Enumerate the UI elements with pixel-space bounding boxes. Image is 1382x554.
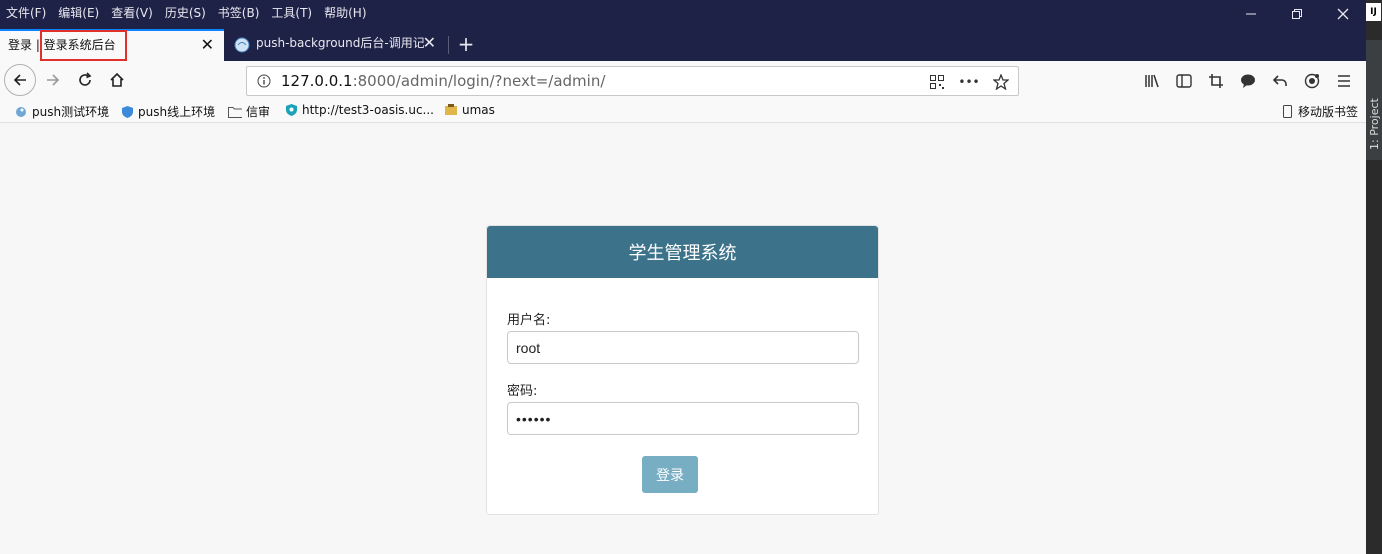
qr-code-icon[interactable]: [926, 71, 948, 93]
extension-icon[interactable]: [1296, 67, 1328, 95]
url-actions: •••: [926, 71, 1012, 93]
undo-arrow-icon[interactable]: [1264, 67, 1296, 95]
bookmark-label: 移动版书签: [1298, 105, 1359, 119]
login-panel-header: 学生管理系统: [487, 226, 878, 278]
bookmark-label: http://test3-oasis.uc...: [302, 103, 434, 117]
project-tab-label: 1: Project: [1368, 98, 1381, 150]
tab-divider: [448, 36, 449, 54]
bookmark-oasis[interactable]: http://test3-oasis.uc...: [284, 103, 434, 117]
bookmark-star-icon[interactable]: [990, 71, 1012, 93]
new-tab-button[interactable]: +: [454, 30, 478, 58]
ide-side-strip: IJ 1: Project: [1366, 0, 1382, 554]
bookmark-umas[interactable]: umas: [444, 103, 495, 117]
tab-title: push-background后台-调用记: [256, 36, 424, 50]
menu-tools[interactable]: 工具(T): [265, 4, 318, 22]
minimize-icon: [1246, 13, 1256, 15]
reload-icon: [79, 72, 92, 86]
password-input[interactable]: ••••••: [507, 402, 859, 435]
bookmark-label: 信审: [246, 105, 271, 119]
bookmark-push-live[interactable]: push线上环境: [120, 103, 215, 120]
url-path: :8000/admin/login/?next=/admin/: [352, 72, 606, 90]
minimize-button[interactable]: [1228, 0, 1274, 28]
tab-strip: 登录 | 登录系统后台 ✕ push-background后台-调用记 ✕: [0, 26, 1366, 61]
bookmark-push-test[interactable]: push测试环境: [14, 103, 109, 120]
page-content: 学生管理系统 用户名: root 密码: •••••• 登录: [0, 124, 1366, 554]
menu-history[interactable]: 历史(S): [159, 4, 212, 22]
menu-edit[interactable]: 编辑(E): [52, 4, 105, 22]
highlight-box: [40, 30, 127, 61]
project-tool-tab[interactable]: 1: Project: [1366, 40, 1382, 160]
globe-icon: [234, 37, 250, 53]
shield-icon: [120, 105, 134, 119]
bookmark-label: umas: [462, 103, 495, 117]
reload-button[interactable]: [70, 65, 100, 95]
login-panel: 学生管理系统 用户名: root 密码: •••••• 登录: [486, 225, 879, 515]
url-text: 127.0.0.1:8000/admin/login/?next=/admin/: [281, 72, 605, 90]
url-bar[interactable]: 127.0.0.1:8000/admin/login/?next=/admin/…: [246, 66, 1019, 96]
username-value: root: [516, 339, 541, 356]
nav-bar: 127.0.0.1:8000/admin/login/?next=/admin/…: [0, 61, 1366, 100]
username-input[interactable]: root: [507, 331, 859, 364]
plus-icon: +: [457, 32, 475, 56]
close-window-button[interactable]: [1320, 0, 1366, 28]
bookmark-label: push线上环境: [138, 105, 216, 119]
intellij-logo: IJ: [1366, 3, 1381, 21]
tab-close-icon[interactable]: ✕: [423, 34, 436, 52]
back-button[interactable]: [4, 64, 36, 96]
login-button[interactable]: 登录: [642, 456, 698, 493]
close-icon: [1337, 8, 1349, 20]
bookmark-folder-xinshen[interactable]: 信审: [228, 103, 270, 120]
url-host: 127.0.0.1: [281, 72, 353, 90]
home-button[interactable]: [102, 65, 132, 95]
menu-bar: 文件(F) 编辑(E) 查看(V) 历史(S) 书签(B) 工具(T) 帮助(H…: [0, 0, 1366, 26]
sidebar-icon[interactable]: [1168, 67, 1200, 95]
info-icon[interactable]: [257, 74, 271, 91]
password-label: 密码:: [507, 384, 538, 399]
shield-icon: [284, 103, 298, 117]
more-actions-icon[interactable]: •••: [958, 71, 980, 93]
menu-view[interactable]: 查看(V): [105, 4, 159, 22]
mobile-phone-icon: [1280, 105, 1294, 119]
folder-icon: [228, 105, 242, 119]
back-arrow-icon: [13, 74, 26, 86]
bird-icon: [14, 105, 28, 119]
menu-bookmarks[interactable]: 书签(B): [212, 4, 266, 22]
username-label: 用户名:: [507, 313, 551, 328]
tools-icon: [444, 103, 458, 117]
home-icon: [110, 72, 124, 87]
restore-button[interactable]: [1274, 0, 1320, 28]
bookmarks-bar: push测试环境 push线上环境 信审 http://test3-oasis.…: [0, 100, 1366, 123]
forward-button[interactable]: [38, 65, 68, 95]
password-value: ••••••: [516, 410, 552, 427]
bookmark-label: push测试环境: [32, 105, 110, 119]
toolbar-right: [1136, 67, 1360, 95]
hamburger-menu-icon[interactable]: [1328, 67, 1360, 95]
mobile-bookmarks[interactable]: 移动版书签: [1280, 103, 1358, 120]
library-icon[interactable]: [1136, 67, 1168, 95]
tab-close-icon[interactable]: ✕: [201, 36, 214, 54]
tab-push-background[interactable]: push-background后台-调用记 ✕: [224, 29, 446, 61]
chat-bubble-icon[interactable]: [1232, 67, 1264, 95]
menu-help[interactable]: 帮助(H): [318, 4, 372, 22]
screenshot-crop-icon[interactable]: [1200, 67, 1232, 95]
menu-file[interactable]: 文件(F): [0, 4, 52, 22]
window-controls: [1228, 0, 1366, 28]
forward-arrow-icon: [47, 74, 60, 86]
restore-icon: [1292, 9, 1302, 19]
panel-title: 学生管理系统: [628, 243, 737, 264]
